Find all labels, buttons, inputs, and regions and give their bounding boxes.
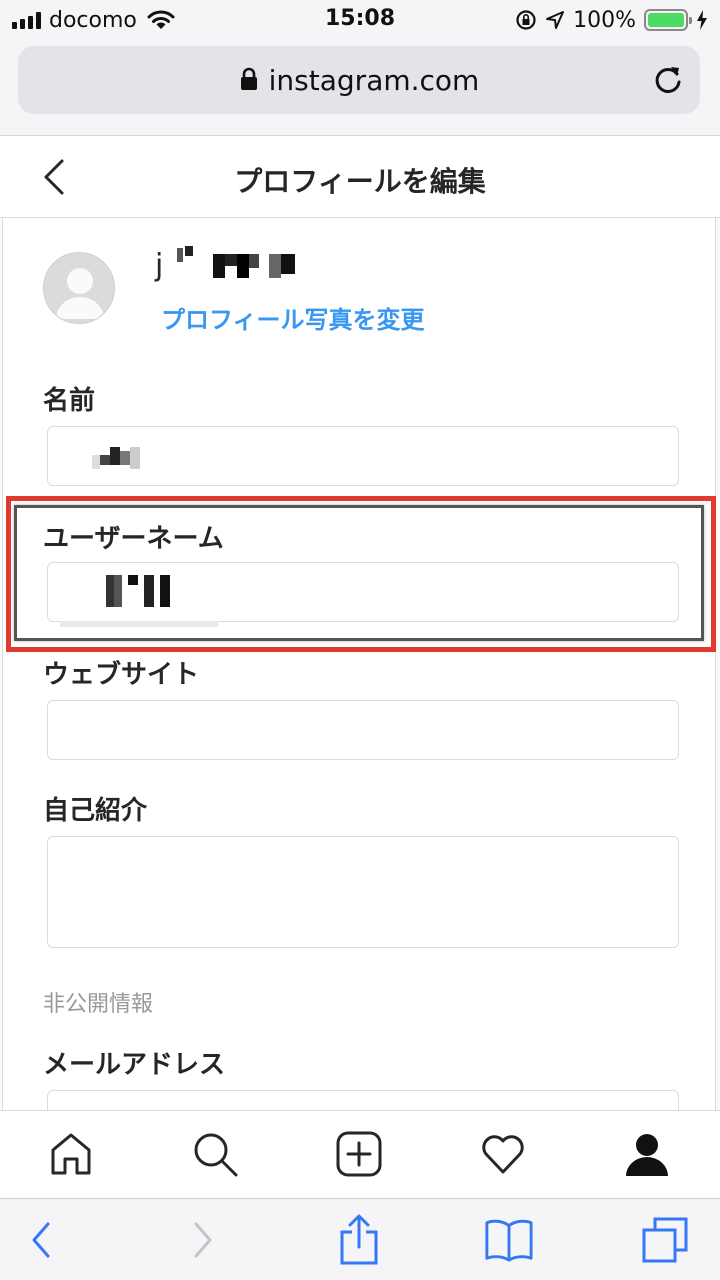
tab-search[interactable] [190, 1129, 240, 1179]
browser-bookmarks-button[interactable] [484, 1215, 534, 1265]
change-photo-link[interactable]: プロフィール写真を変更 [161, 300, 425, 335]
username-pixelated [177, 245, 296, 278]
profile-icon [626, 1134, 668, 1176]
profile-username: j [155, 245, 296, 283]
edit-profile-content: j プロフィール写真を変更 名前 ユーザーネーム ウェブサイト 自己紹介 非公開… [0, 218, 720, 1110]
home-icon [51, 1133, 91, 1175]
avatar[interactable] [43, 252, 115, 324]
share-icon [340, 1214, 378, 1265]
browser-forward-button[interactable] [178, 1215, 228, 1265]
url-text: instagram.com [268, 64, 480, 97]
bio-label: 自己紹介 [43, 796, 148, 826]
browser-toolbar [0, 1198, 720, 1280]
browser-share-button[interactable] [334, 1214, 384, 1265]
activity-heart-icon [482, 1135, 524, 1174]
username-prefix: j [155, 248, 164, 283]
name-value-pixelated [92, 447, 140, 469]
reload-icon[interactable] [650, 62, 686, 98]
page-header: プロフィールを編集 [0, 136, 720, 218]
new-post-icon [336, 1131, 382, 1177]
tab-home[interactable] [46, 1129, 96, 1179]
battery-fill [648, 13, 684, 27]
default-avatar-icon [56, 268, 104, 319]
status-bar: docomo 15:08 100% [0, 0, 720, 40]
browser-tabs-button[interactable] [640, 1215, 690, 1265]
orientation-lock-icon [516, 10, 536, 30]
status-right: 100% [515, 7, 708, 33]
browser-back-button[interactable] [16, 1215, 66, 1265]
name-label: 名前 [43, 386, 96, 416]
website-field[interactable] [47, 700, 679, 760]
battery-icon [644, 9, 692, 31]
tabs-icon [642, 1217, 688, 1263]
website-label: ウェブサイト [43, 660, 200, 690]
bookmarks-icon [485, 1219, 533, 1262]
tab-new-post[interactable] [334, 1129, 384, 1179]
location-icon [546, 11, 565, 29]
bio-textarea[interactable] [47, 836, 679, 948]
tab-activity[interactable] [478, 1129, 528, 1179]
url-display[interactable]: instagram.com [18, 64, 700, 97]
address-bar[interactable]: instagram.com [18, 46, 700, 114]
lock-icon [240, 67, 257, 90]
username-underline [60, 621, 218, 627]
charging-icon [697, 10, 707, 30]
battery-percent: 100% [573, 7, 636, 33]
back-icon [32, 1222, 50, 1258]
name-field[interactable] [47, 426, 679, 486]
private-info-heading: 非公開情報 [43, 992, 154, 1017]
browser-address-area: instagram.com [0, 40, 720, 136]
edit-profile-card: j プロフィール写真を変更 名前 ユーザーネーム ウェブサイト 自己紹介 非公開… [2, 218, 716, 1110]
email-label: メールアドレス [43, 1050, 226, 1080]
tab-profile[interactable] [622, 1129, 672, 1179]
instagram-tab-bar [0, 1110, 720, 1198]
email-field[interactable] [47, 1090, 679, 1110]
page-title: プロフィールを編集 [234, 165, 486, 198]
forward-icon [194, 1222, 212, 1258]
search-icon [194, 1133, 238, 1177]
